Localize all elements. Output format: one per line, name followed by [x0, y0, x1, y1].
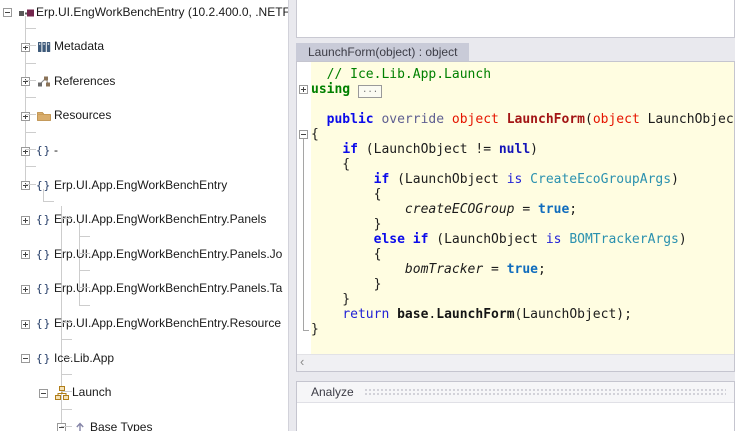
code-line: // Ice.Lib.App.Launch — [326, 67, 492, 82]
tree-item[interactable]: References — [0, 37, 288, 88]
tree-item[interactable]: Base Types — [0, 210, 288, 431]
tree-item[interactable]: {} Erp.UI.App.EngWorkBenchEntry — [0, 89, 288, 192]
tree-item[interactable]: Resources — [0, 54, 288, 122]
document-tab[interactable]: LaunchForm(object) : object — [296, 43, 470, 61]
code-line: bomTracker = true; — [404, 262, 546, 277]
collapsed-region-box[interactable]: ... — [357, 85, 383, 98]
tree-item[interactable]: Ice.Lib.Framework.ILaunch — [0, 279, 288, 296]
tree-item[interactable]: Derived Types — [0, 313, 288, 330]
top-pane — [296, 0, 735, 38]
tab-label: LaunchForm(object) : object — [308, 45, 458, 59]
tree-item[interactable]: LaunchForm(object) : object — [0, 400, 288, 417]
tree-item[interactable]: *InitializeLaunch() : void — [0, 383, 288, 400]
collapse-icon[interactable] — [3, 8, 12, 18]
code-content: // Ice.Lib.App.Launch using ... public ov… — [311, 62, 734, 355]
code-line: } — [311, 292, 351, 307]
code-line: { — [311, 247, 382, 262]
analyze-panel-title: Analyze — [311, 385, 354, 399]
tree-item[interactable]: {} Ice.Lib.App — [0, 175, 288, 365]
tree-item[interactable]: {} Erp.UI.App.EngWorkBenchEntry.Resource — [0, 158, 288, 330]
code-line: createECOGroup = true; — [404, 202, 578, 217]
assembly-icon — [18, 5, 34, 21]
tree-item[interactable]: Launch — [0, 192, 288, 401]
tree-item[interactable]: Launch() — [0, 365, 288, 382]
assembly-browser-window: Erp.UI.EngWorkBenchEntry (10.2.400.0, .N… — [0, 0, 735, 431]
tree-item[interactable]: {} Erp.UI.App.EngWorkBenchEntry.Panels.Ta — [0, 140, 288, 295]
analyze-panel: Analyze — [296, 381, 735, 431]
analyze-panel-header[interactable]: Analyze — [297, 382, 734, 403]
code-line: } — [311, 277, 382, 292]
code-line: { — [311, 157, 351, 172]
tree-item-label: Erp.UI.EngWorkBenchEntry (10.2.400.0, .N… — [36, 4, 289, 19]
code-line: using ... — [311, 82, 734, 98]
tree-item[interactable]: System.Object — [0, 296, 288, 313]
assembly-tree[interactable]: Erp.UI.EngWorkBenchEntry (10.2.400.0, .N… — [0, 0, 289, 431]
fold-collapse-marker[interactable] — [299, 130, 308, 139]
code-line: { — [311, 187, 382, 202]
code-line: if (LaunchObject != null) — [342, 142, 538, 157]
tree-item[interactable]: Metadata — [0, 19, 288, 53]
fold-region-line — [303, 139, 309, 331]
tree-item[interactable]: Erp.UI.EngWorkBenchEntry (10.2.400.0, .N… — [0, 2, 288, 19]
fold-expand-marker[interactable] — [299, 85, 308, 94]
tree-item[interactable]: IShow(object, DataSet) : Form — [0, 417, 288, 431]
code-line: } — [311, 217, 382, 232]
horizontal-scrollbar[interactable]: ‹ — [297, 354, 734, 371]
fold-gutter — [297, 62, 311, 355]
code-line: else if (LaunchObject is BOMTrackerArgs) — [373, 232, 687, 247]
tree-item[interactable]: createECOGroup : bool — [0, 348, 288, 365]
tree-item[interactable]: {} - — [0, 71, 288, 157]
tree-item[interactable]: Ice.Lib.Framework.EpiBaseLaun — [0, 227, 288, 244]
code-line: } — [311, 322, 319, 337]
tree-item[interactable]: {} Erp.UI.App.EngWorkBenchEntry.Panels — [0, 106, 288, 226]
panel-drag-grip-icon[interactable] — [363, 387, 726, 397]
code-editor[interactable]: // Ice.Lib.App.Launch using ... public ov… — [296, 61, 735, 372]
tree-item[interactable]: Ice.Lib.Framework.IShow — [0, 244, 288, 261]
tree-item[interactable]: bomTracker : bool — [0, 331, 288, 348]
code-line: public override object LaunchForm(object… — [326, 112, 734, 127]
scroll-left-button[interactable]: ‹ — [300, 355, 304, 371]
code-line: { — [311, 127, 319, 142]
tree-item[interactable]: {} Erp.UI.App.EngWorkBenchEntry.Panels.Jo — [0, 123, 288, 261]
code-line: if (LaunchObject is CreateEcoGroupArgs) — [373, 172, 679, 187]
code-line: return base.LaunchForm(LaunchObject); — [342, 307, 632, 322]
tree-item[interactable]: System.IDisposable — [0, 262, 288, 279]
